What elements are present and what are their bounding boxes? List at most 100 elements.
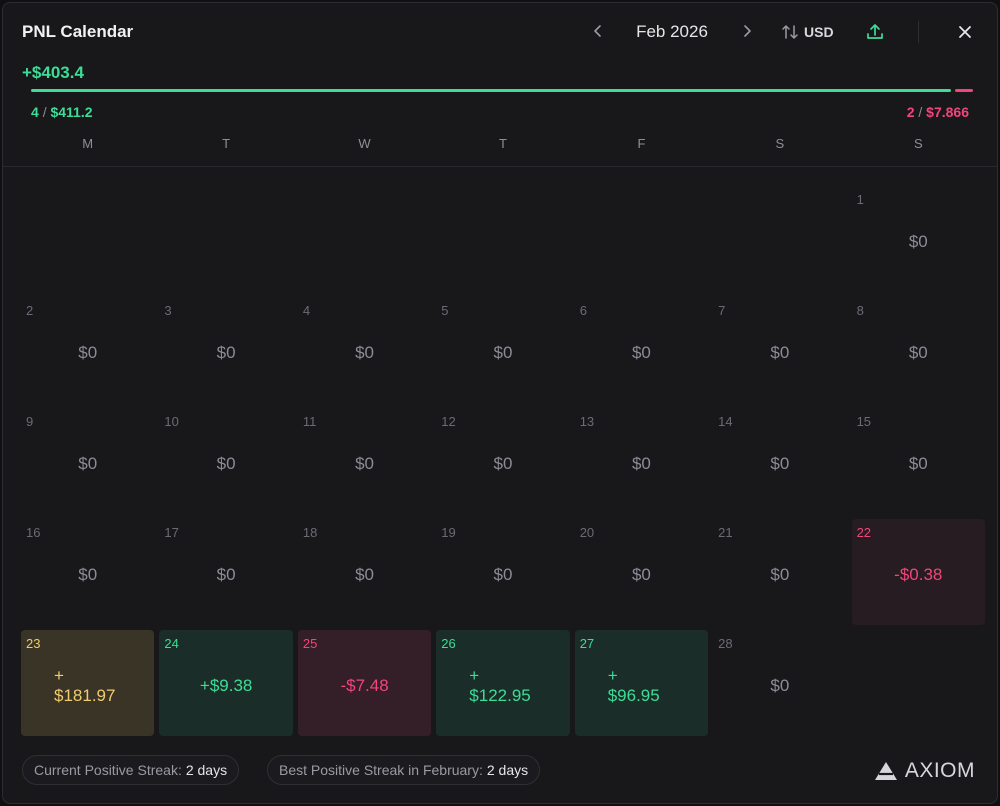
weekday-label: W: [358, 136, 371, 151]
calendar-day-6[interactable]: 6 $0: [575, 297, 708, 403]
day-pnl: -$7.48: [340, 676, 389, 695]
calendar-day-11[interactable]: 11 $0: [298, 408, 431, 514]
calendar-day-10[interactable]: 10 $0: [159, 408, 292, 514]
calendar-day-15[interactable]: 15 $0: [852, 408, 985, 514]
total-pnl: +$403.4: [22, 63, 84, 82]
day-pnl: $0: [770, 676, 790, 695]
pnl-sign: +: [54, 666, 64, 685]
day-pnl: $0: [908, 454, 928, 473]
axiom-logo-icon: [874, 762, 897, 780]
calendar-day-19[interactable]: 19 $0: [436, 519, 569, 625]
currency-toggle-button[interactable]: USD: [781, 20, 834, 44]
day-pnl: $0: [631, 565, 651, 584]
next-month-button[interactable]: [735, 19, 759, 43]
calendar-day-21[interactable]: 21 $0: [713, 519, 846, 625]
day-pnl: $0: [78, 565, 98, 584]
day-pnl: $0: [216, 565, 236, 584]
calendar-day-23[interactable]: 23 + $181.97: [21, 630, 155, 736]
calendar-day-12[interactable]: 12 $0: [436, 408, 569, 514]
previous-month-button[interactable]: [586, 19, 610, 43]
win-bar: [31, 89, 951, 92]
calendar-day-25[interactable]: 25 -$7.48: [297, 630, 432, 736]
win-loss-bar: [31, 89, 973, 92]
day-pnl: $0: [908, 232, 928, 251]
empty-cell: [298, 186, 431, 292]
calendar-day-20[interactable]: 20 $0: [575, 519, 708, 625]
loss-bar: [955, 89, 973, 92]
day-pnl: $0: [493, 343, 513, 362]
upload-icon: [867, 24, 883, 39]
calendar-day-14[interactable]: 14 $0: [713, 408, 846, 514]
day-pnl: $0: [355, 343, 375, 362]
share-button[interactable]: [863, 20, 887, 44]
day-pnl: -$0.38: [894, 565, 943, 584]
day-pnl: $0: [770, 454, 790, 473]
day-pnl: +$9.38: [199, 676, 253, 695]
calendar-day-3[interactable]: 3 $0: [159, 297, 292, 403]
current-streak-badge: Current Positive Streak: 2 days: [22, 755, 240, 785]
logo-text: AXIOM: [904, 759, 975, 782]
day-pnl: $0: [493, 565, 513, 584]
calendar-day-2[interactable]: 2 $0: [21, 297, 154, 403]
weekday-header: MTWTFSS: [21, 136, 985, 151]
current-streak-value: 2 days: [185, 762, 228, 778]
currency-label: USD: [804, 24, 834, 40]
weekday-label: S: [913, 136, 923, 151]
pnl-sign: +: [607, 666, 618, 685]
calendar-day-17[interactable]: 17 $0: [159, 519, 292, 625]
best-streak-value: 2 days: [486, 762, 529, 778]
pnl-value: $96.95: [607, 686, 660, 705]
modal-title: PNL Calendar: [22, 22, 134, 41]
calendar-day-24[interactable]: 24 +$9.38: [159, 630, 293, 736]
day-pnl: $0: [770, 343, 790, 362]
chevron-right-icon: [744, 25, 751, 37]
weekday-label: S: [775, 136, 785, 151]
losses-count: 2: [906, 104, 915, 120]
weekday-label: M: [82, 136, 94, 151]
divider: [3, 166, 997, 167]
day-pnl: $0: [631, 454, 651, 473]
day-pnl: $0: [216, 343, 236, 362]
day-pnl: + $181.97: [21, 630, 154, 736]
pnl-value: $181.97: [54, 686, 116, 705]
losses-summary: 2 / $7.866: [906, 104, 969, 120]
day-pnl: $0: [770, 565, 790, 584]
pnl-sign: +: [469, 666, 480, 685]
weekday-label: T: [499, 136, 507, 151]
calendar-day-28[interactable]: 28 $0: [713, 630, 846, 736]
weekday-label: T: [222, 136, 231, 151]
wins-summary: 4 / $411.2: [31, 104, 93, 120]
calendar-day-16[interactable]: 16 $0: [21, 519, 154, 625]
wins-value: $411.2: [50, 104, 93, 120]
month-label: Feb 2026: [636, 22, 708, 41]
calendar-day-27[interactable]: 27 + $96.95: [574, 630, 709, 736]
empty-cell: [713, 186, 846, 292]
calendar-day-8[interactable]: 8 $0: [852, 297, 985, 403]
day-pnl: + $96.95: [575, 630, 708, 736]
empty-cell: [575, 186, 708, 292]
calendar-day-7[interactable]: 7 $0: [713, 297, 846, 403]
pnl-value: $122.95: [469, 686, 531, 705]
day-pnl: $0: [78, 454, 98, 473]
calendar-day-26[interactable]: 26 + $122.95: [436, 630, 570, 736]
close-button[interactable]: [953, 20, 977, 44]
pnl-calendar-modal: PNL Calendar Feb 2026 USD +$403.4 4 / $4…: [2, 2, 998, 804]
calendar-day-1[interactable]: 1 $0: [852, 186, 985, 292]
close-icon: [959, 26, 971, 38]
calendar-day-13[interactable]: 13 $0: [575, 408, 708, 514]
wins-count: 4: [31, 104, 39, 120]
chevron-left-icon: [594, 25, 601, 37]
day-pnl: $0: [216, 454, 236, 473]
day-pnl: $0: [631, 343, 651, 362]
calendar-day-22[interactable]: 22 -$0.38: [851, 519, 985, 625]
calendar-day-5[interactable]: 5 $0: [436, 297, 569, 403]
calendar-day-18[interactable]: 18 $0: [298, 519, 431, 625]
current-streak-label: Current Positive Streak:: [34, 762, 182, 778]
calendar-day-4[interactable]: 4 $0: [298, 297, 431, 403]
day-pnl: $0: [355, 565, 375, 584]
axiom-logo: AXIOM: [874, 759, 975, 783]
day-pnl: $0: [908, 343, 928, 362]
losses-value: $7.866: [926, 104, 969, 120]
calendar-day-9[interactable]: 9 $0: [21, 408, 154, 514]
best-streak-label: Best Positive Streak in February:: [279, 762, 483, 778]
